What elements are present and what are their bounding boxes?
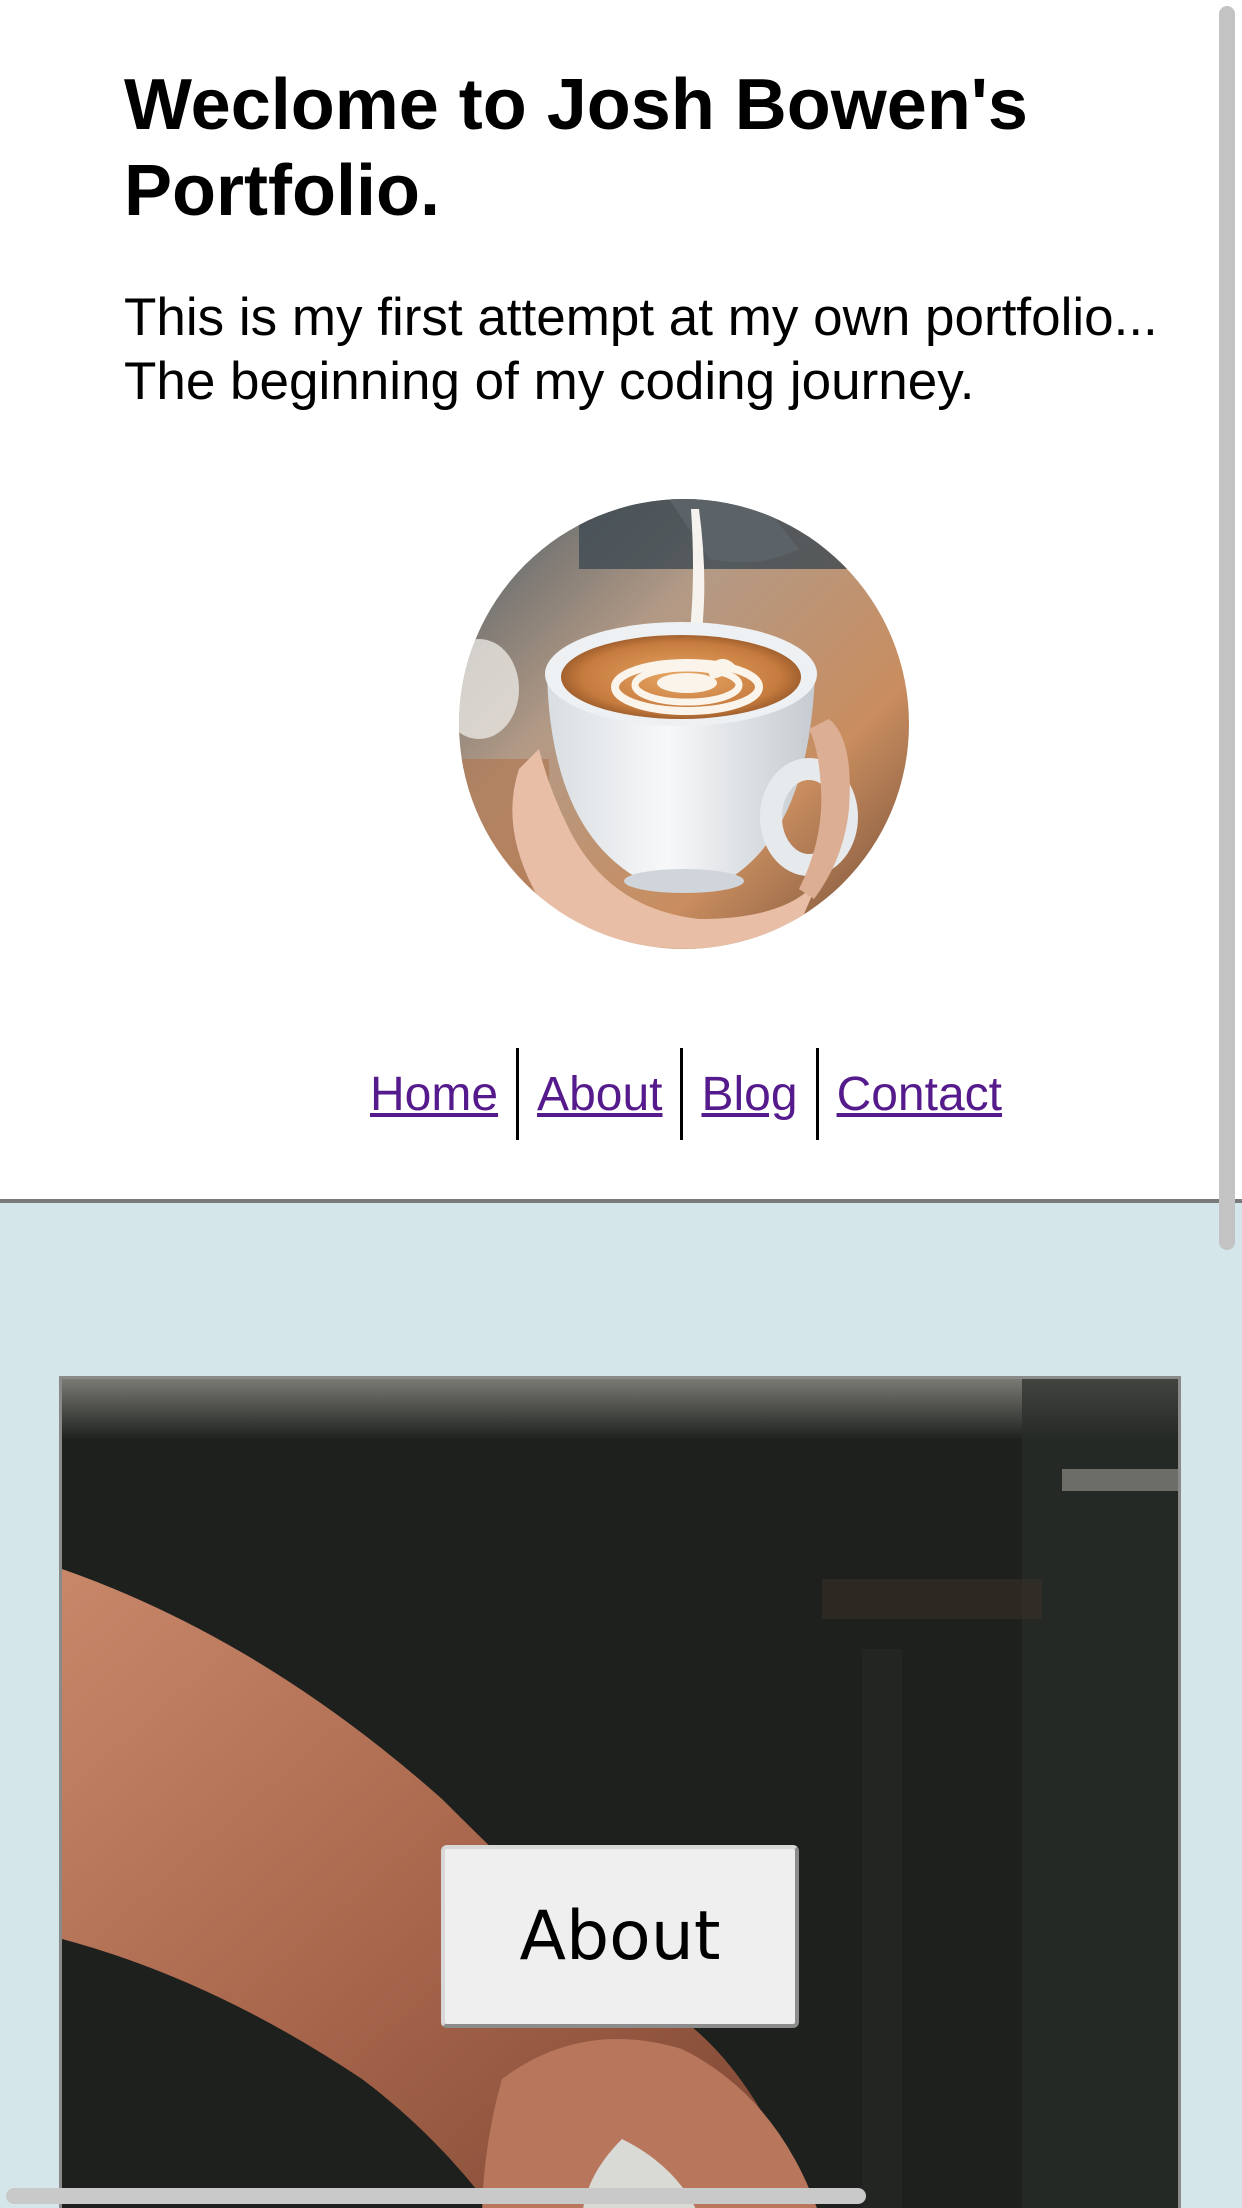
page-title: Weclome to Josh Bowen's Portfolio. (124, 65, 1028, 231)
horizontal-scrollbar[interactable] (6, 2188, 866, 2204)
about-hero-image (59, 1376, 1181, 2208)
profile-avatar (459, 499, 909, 949)
vertical-scrollbar[interactable] (1219, 6, 1235, 1250)
nav-link-blog[interactable]: Blog (683, 1048, 815, 1140)
about-button[interactable]: About (441, 1845, 799, 2028)
main-nav: Home About Blog Contact (0, 1048, 1242, 1140)
about-section (0, 1203, 1242, 2208)
nav-link-about[interactable]: About (519, 1048, 680, 1140)
nav-link-home[interactable]: Home (352, 1048, 516, 1140)
header-section: Weclome to Josh Bowen's Portfolio. This … (0, 0, 1242, 1201)
latte-art-image (459, 499, 909, 949)
nav-link-contact[interactable]: Contact (819, 1048, 1020, 1140)
intro-text: This is my first attempt at my own portf… (124, 286, 1214, 414)
intro-line-2: The beginning of my coding journey. (124, 352, 975, 411)
arm-holding-cup-image (62, 1379, 1178, 2208)
intro-line-1: This is my first attempt at my own portf… (124, 288, 1158, 347)
